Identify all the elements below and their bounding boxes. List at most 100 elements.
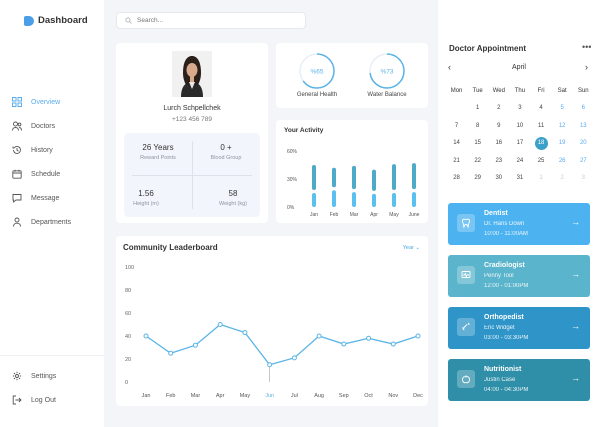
calendar-day[interactable]: 28 (446, 175, 467, 181)
sidebar-item-schedule[interactable]: Schedule (12, 162, 104, 186)
calendar-day[interactable]: 1 (531, 175, 552, 181)
appointment-specialty: Dentist (484, 210, 508, 217)
avatar-portrait (172, 51, 212, 97)
more-options-icon[interactable]: ••• (582, 42, 591, 52)
stat-weight: 58 Weight (kg) (199, 189, 267, 207)
gauge-value: %65 (310, 69, 323, 76)
sidebar-item-settings[interactable]: Settings (12, 364, 104, 388)
activity-bar-upper (352, 165, 356, 190)
calendar-day[interactable]: 19 (552, 140, 573, 146)
calendar-day[interactable]: 2 (552, 175, 573, 181)
calendar-day[interactable]: 21 (446, 158, 467, 164)
calendar-weekday: Sat (557, 87, 567, 94)
sidebar-item-departments[interactable]: Departments (12, 210, 104, 234)
leader-xtick: May (240, 393, 251, 399)
calendar-day[interactable]: 5 (552, 105, 573, 111)
calendar-day[interactable]: 24 (509, 158, 530, 164)
leader-point (217, 322, 223, 327)
calendar-day[interactable]: 3 (509, 105, 530, 111)
calendar-day[interactable]: 26 (552, 158, 573, 164)
gauge-water-balance: %73 (367, 51, 407, 91)
heart-monitor-icon (457, 266, 475, 284)
calendar-day[interactable]: 16 (488, 140, 509, 146)
leaderboard-card: Community Leaderboard Year ⌄ 0 20 40 60 80 10… (116, 236, 428, 406)
sidebar-item-overview[interactable]: Overview (12, 90, 104, 114)
sidebar-item-label: History (31, 146, 53, 154)
sidebar-item-label: Log Out (31, 396, 56, 404)
calendar-day[interactable]: 12 (552, 123, 573, 129)
calendar-day[interactable]: 8 (467, 123, 488, 129)
activity-bar-upper (412, 163, 416, 190)
calendar-day[interactable]: 1 (467, 105, 488, 111)
appointment-time: 03:00 - 03:30PM (484, 335, 529, 341)
activity-xtick: Jan (310, 212, 318, 218)
stat-age: 26 Years Reward Points (124, 143, 192, 161)
appointment-card-orthopedist[interactable]: Orthopedist Eric Widget 03:00 - 03:30PM → (448, 307, 590, 349)
appointment-doctor: Justin Case (484, 377, 516, 383)
appointment-card-cradiologist[interactable]: Cradiologist Penny Tool 12:00 - 01:00PM → (448, 255, 590, 297)
user-icon (13, 217, 21, 227)
activity-ytick: 60% (287, 149, 298, 155)
sidebar-item-history[interactable]: History (12, 138, 104, 162)
appointment-card-dentist[interactable]: Dentist Dr. Hans Down 10:00 - 11:00AM → (448, 203, 590, 245)
calendar-day-selected[interactable]: 18 (531, 136, 552, 150)
app-logo[interactable]: Dashboard (24, 15, 88, 26)
activity-xtick: May (389, 212, 399, 218)
calendar-day[interactable]: 31 (509, 175, 530, 181)
stat-height: 1.56 Height (m) (112, 189, 180, 207)
leaderboard-chart: 0 20 40 60 80 100 Jan Feb Mar Apr May Jun Jul Aug Sep O… (125, 265, 423, 399)
calendar-day[interactable]: 27 (573, 158, 594, 164)
calendar-day[interactable]: 20 (573, 140, 594, 146)
calendar-day[interactable]: 29 (467, 175, 488, 181)
calendar-day[interactable]: 15 (467, 140, 488, 146)
calendar-day[interactable]: 11 (531, 123, 552, 129)
calendar-day[interactable]: 14 (446, 140, 467, 146)
calendar-day[interactable]: 25 (531, 158, 552, 164)
appointment-panel: Doctor Appointment ••• ‹ April › Mon Tue W… (438, 0, 600, 427)
calendar-day[interactable]: 17 (509, 140, 530, 146)
main-content: Lurch Schpellchek +123 456 789 26 Years … (104, 0, 438, 427)
profile-card: Lurch Schpellchek +123 456 789 26 Years … (116, 43, 268, 223)
calendar-day[interactable]: 2 (488, 105, 509, 111)
appointment-specialty: Cradiologist (484, 262, 525, 269)
search-icon (125, 17, 132, 24)
arrow-right-icon[interactable]: → (571, 217, 580, 227)
app-title: Dashboard (38, 15, 88, 26)
next-month-button[interactable]: › (585, 62, 588, 72)
stat-label: Height (m) (133, 201, 159, 207)
sidebar: Dashboard Overview Doctors History Sched… (0, 0, 104, 427)
sidebar-item-label: Schedule (31, 170, 61, 178)
users-icon (12, 121, 22, 131)
calendar-day[interactable]: 6 (573, 105, 594, 111)
activity-xtick: Mar (350, 212, 359, 218)
appointment-time: 10:00 - 11:00AM (484, 231, 528, 237)
calendar-day[interactable]: 7 (446, 123, 467, 129)
calendar-day[interactable]: 3 (573, 175, 594, 181)
sidebar-item-logout[interactable]: Log Out (12, 388, 104, 412)
calendar-day[interactable]: 22 (467, 158, 488, 164)
calendar-day[interactable]: 30 (488, 175, 509, 181)
sidebar-item-message[interactable]: Message (12, 186, 104, 210)
sidebar-item-doctors[interactable]: Doctors (12, 114, 104, 138)
arrow-right-icon[interactable]: → (571, 269, 580, 279)
calendar-day[interactable]: 9 (488, 123, 509, 129)
sidebar-item-label: Message (31, 194, 60, 202)
activity-bar-upper (372, 169, 376, 191)
calendar-day[interactable]: 23 (488, 158, 509, 164)
search-bar[interactable] (116, 12, 306, 29)
calendar-day[interactable]: 10 (509, 123, 530, 129)
leader-point (143, 333, 149, 339)
calendar-day[interactable]: 4 (531, 105, 552, 111)
activity-bar-lower (392, 193, 396, 207)
leader-xtick: Jul (291, 393, 298, 399)
leader-xtick: Oct (364, 393, 373, 399)
profile-stats: 26 Years Reward Points 0 + Blood Group 1… (124, 133, 260, 217)
search-input[interactable] (137, 17, 287, 24)
appointment-card-nutritionist[interactable]: Nutritionist Justin Case 04:00 - 04:30PM → (448, 359, 590, 401)
leader-point (291, 355, 297, 361)
calendar-week-row: 7 8 9 10 11 12 13 (446, 117, 594, 135)
arrow-right-icon[interactable]: → (571, 321, 580, 331)
calendar-day[interactable]: 13 (573, 123, 594, 129)
arrow-right-icon[interactable]: → (571, 373, 580, 383)
leader-point (415, 333, 421, 339)
